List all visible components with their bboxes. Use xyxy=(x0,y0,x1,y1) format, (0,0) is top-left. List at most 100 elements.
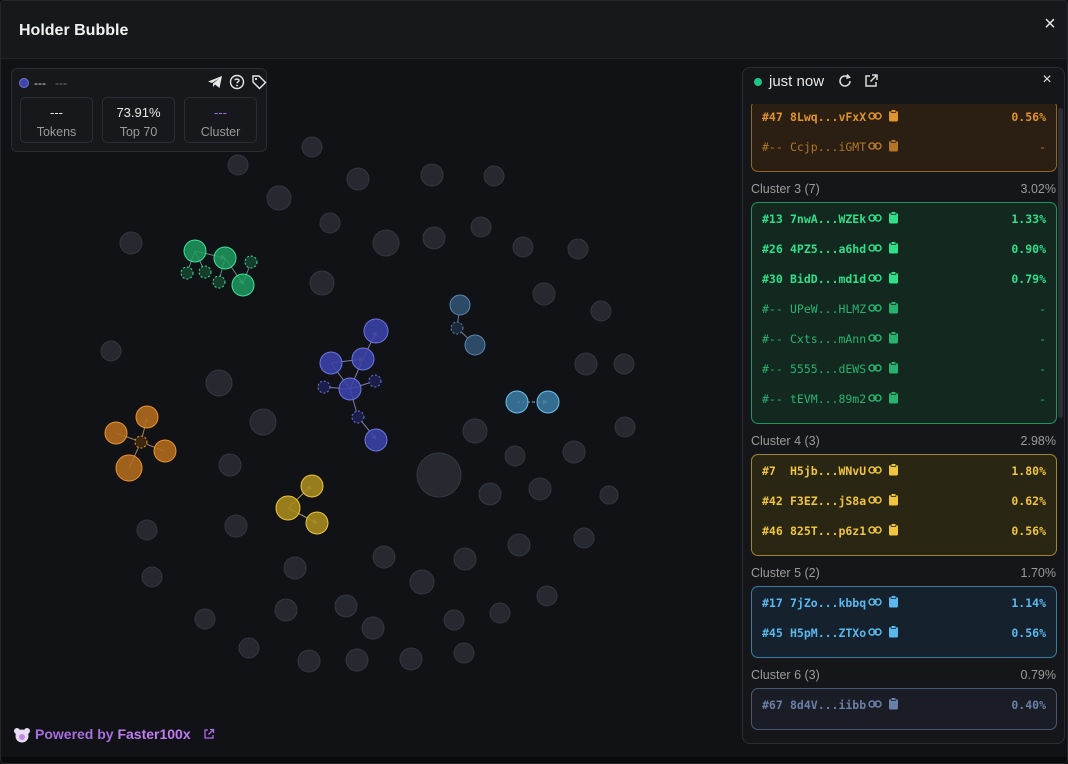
holder-row[interactable]: #-- UPeW...HLMZ - xyxy=(752,294,1056,324)
link-icon[interactable] xyxy=(868,596,882,608)
holder-bubble xyxy=(462,418,488,444)
copy-icon[interactable] xyxy=(888,523,899,536)
holder-bubble-unranked xyxy=(212,275,226,289)
link-icon[interactable] xyxy=(868,302,882,314)
link-icon[interactable] xyxy=(868,332,882,344)
panel-scrollbar[interactable] xyxy=(1058,108,1063,418)
telegram-icon[interactable] xyxy=(207,74,225,92)
copy-icon[interactable] xyxy=(888,595,899,608)
holder-row[interactable]: #46 825T...p6z1 0.56% xyxy=(752,516,1056,546)
link-icon[interactable] xyxy=(868,110,882,122)
copy-icon[interactable] xyxy=(888,391,899,404)
holder-address[interactable]: UPeW...HLMZ xyxy=(790,302,866,316)
holder-bubble xyxy=(528,477,552,501)
close-panel-button[interactable]: × xyxy=(1039,71,1055,89)
cluster-yellow-bubbles[interactable] xyxy=(275,474,329,535)
holder-bubble xyxy=(361,616,385,640)
copy-icon[interactable] xyxy=(888,625,899,638)
help-icon[interactable] xyxy=(229,74,247,92)
holder-bubble xyxy=(345,648,369,672)
holder-row[interactable]: #-- tEVM...89m2 - xyxy=(752,384,1056,414)
copy-icon[interactable] xyxy=(888,301,899,314)
holder-address[interactable]: 7jZo...kbbq xyxy=(790,596,866,610)
link-icon[interactable] xyxy=(868,698,882,710)
cluster-orange-bubbles[interactable] xyxy=(104,405,177,482)
holder-percent: 0.56% xyxy=(1011,626,1046,640)
link-icon[interactable] xyxy=(868,392,882,404)
holder-row[interactable]: #26 4PZ5...a6hd 0.90% xyxy=(752,234,1056,264)
holder-address[interactable]: Cxts...mAnn xyxy=(790,332,866,346)
holder-bubble xyxy=(319,212,341,234)
copy-icon[interactable] xyxy=(888,211,899,224)
holder-bubble xyxy=(422,226,446,250)
holder-address[interactable]: BidD...md1d xyxy=(790,272,866,286)
holder-row[interactable]: #67 8d4V...iibb 0.40% xyxy=(752,690,1056,720)
holder-address[interactable]: 825T...p6z1 xyxy=(790,524,866,538)
copy-icon[interactable] xyxy=(888,493,899,506)
holder-address[interactable]: H5pM...ZTXo xyxy=(790,626,866,640)
live-status-icon xyxy=(754,78,762,86)
holder-row[interactable]: #-- 5555...dEWS - xyxy=(752,354,1056,384)
holder-percent: 0.40% xyxy=(1011,698,1046,712)
holder-address[interactable]: Ccjp...iGMT xyxy=(790,140,866,154)
link-icon[interactable] xyxy=(868,494,882,506)
holder-row[interactable]: #42 F3EZ...jS8a 0.62% xyxy=(752,486,1056,516)
token-symbol: --- xyxy=(55,76,67,90)
holder-address[interactable]: 8d4V...iibb xyxy=(790,698,866,712)
link-icon[interactable] xyxy=(868,212,882,224)
link-icon[interactable] xyxy=(868,140,882,152)
token-name: --- xyxy=(34,76,46,90)
holder-row[interactable]: #47 8Lwq...vFxX 0.56% xyxy=(752,104,1056,132)
cluster-list[interactable]: #47 8Lwq...vFxX 0.56% #-- Ccjp...iGMT - Cluste… xyxy=(743,104,1064,743)
tag-icon[interactable] xyxy=(251,74,269,92)
cluster-cyan-bubbles[interactable] xyxy=(505,390,560,414)
holder-row[interactable]: #17 7jZo...kbbq 1.14% xyxy=(752,588,1056,618)
copy-icon[interactable] xyxy=(888,331,899,344)
holder-percent: - xyxy=(1039,332,1046,346)
holder-address[interactable]: 7nwA...WZEk xyxy=(790,212,866,226)
cluster-slate-bubbles[interactable] xyxy=(449,294,486,356)
holder-row[interactable]: #45 H5pM...ZTXo 0.56% xyxy=(752,618,1056,648)
cluster-indigo-bubbles[interactable] xyxy=(317,318,389,452)
holder-bubble xyxy=(562,440,586,464)
holder-bubble xyxy=(104,421,128,445)
holder-row[interactable]: #13 7nwA...WZEk 1.33% xyxy=(752,204,1056,234)
holder-row[interactable]: #30 BidD...md1d 0.79% xyxy=(752,264,1056,294)
copy-icon[interactable] xyxy=(888,271,899,284)
holder-percent: 0.90% xyxy=(1011,242,1046,256)
stat-tokens-label: Tokens xyxy=(36,125,77,139)
holder-address[interactable]: 8Lwq...vFxX xyxy=(790,110,866,124)
copy-icon[interactable] xyxy=(888,463,899,476)
copy-icon[interactable] xyxy=(888,241,899,254)
bubble-svg[interactable] xyxy=(1,59,737,764)
holder-address[interactable]: 4PZ5...a6hd xyxy=(790,242,866,256)
holder-address[interactable]: tEVM...89m2 xyxy=(790,392,866,406)
holder-address[interactable]: H5jb...WNvU xyxy=(790,464,866,478)
holder-row[interactable]: #7 H5jb...WNvU 1.80% xyxy=(752,456,1056,486)
cluster-panel-header: just now × xyxy=(743,68,1064,104)
close-modal-button[interactable]: × xyxy=(1039,13,1061,35)
bubble-map[interactable] xyxy=(1,59,737,764)
link-icon[interactable] xyxy=(868,464,882,476)
refresh-icon[interactable] xyxy=(837,73,853,89)
copy-icon[interactable] xyxy=(888,361,899,374)
link-icon[interactable] xyxy=(868,524,882,536)
link-icon[interactable] xyxy=(868,626,882,638)
holder-row[interactable]: #-- Cxts...mAnn - xyxy=(752,324,1056,354)
holder-row[interactable]: #-- Ccjp...iGMT - xyxy=(752,132,1056,162)
cluster-green-bubbles[interactable] xyxy=(180,239,258,297)
holder-address[interactable]: 5555...dEWS xyxy=(790,362,866,376)
link-icon[interactable] xyxy=(868,272,882,284)
link-icon[interactable] xyxy=(868,362,882,374)
holder-rank: #-- xyxy=(762,392,783,406)
holder-address[interactable]: F3EZ...jS8a xyxy=(790,494,866,508)
copy-icon[interactable] xyxy=(888,697,899,710)
copy-icon[interactable] xyxy=(888,139,899,152)
link-icon[interactable] xyxy=(868,242,882,254)
copy-icon[interactable] xyxy=(888,109,899,122)
open-external-icon[interactable] xyxy=(863,73,879,89)
holder-bubble xyxy=(334,594,358,618)
holder-bubble xyxy=(453,642,475,664)
holder-bubble xyxy=(478,482,502,506)
holder-rank: #45 xyxy=(762,626,783,640)
